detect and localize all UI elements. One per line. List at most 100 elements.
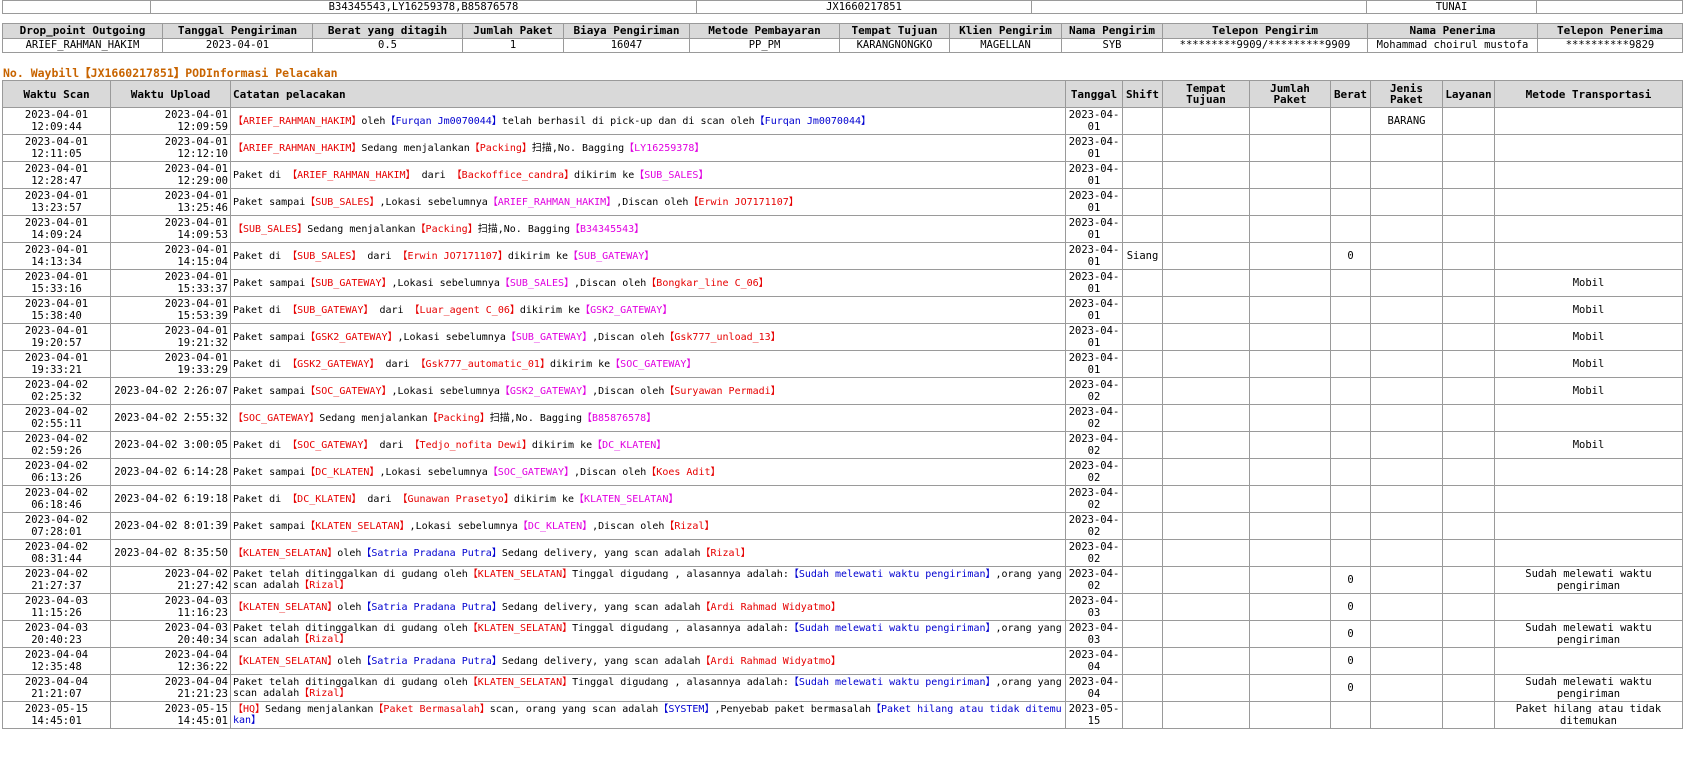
- note-segment: 【Tedjo_nofita Dewi】: [409, 439, 532, 451]
- tracking-note: Paket telah ditinggalkan di gudang oleh【…: [230, 620, 1066, 648]
- table-row: 2023-04-04 21:21:07 2023-04-04 21:21:23 Pa…: [2, 674, 1683, 702]
- service: [1442, 134, 1495, 162]
- package-count: [1249, 161, 1331, 189]
- scan-time: 2023-04-02 21:27:37: [2, 566, 111, 594]
- shift: [1122, 647, 1163, 675]
- package-count: [1249, 674, 1331, 702]
- package-type: [1370, 296, 1443, 324]
- summary-header-cell: Telepon Pengirim: [1162, 23, 1368, 39]
- table-row: 2023-05-15 14:45:01 2023-05-15 14:45:01 【H…: [2, 701, 1683, 729]
- table-row: 2023-04-02 06:18:46 2023-04-02 6:19:18 Pak…: [2, 485, 1683, 513]
- top-row-cell: [1031, 0, 1367, 14]
- summary-value-row: ARIEF_RAHMAN_HAKIM 2023-04-01 0.5 1 16047 PP_…: [2, 38, 1683, 53]
- tracking-date: 2023-04-01: [1065, 350, 1123, 378]
- note-segment: 【Rizal】: [664, 520, 715, 532]
- note-segment: dari: [361, 493, 398, 505]
- note-segment: 【Sudah melewati waktu pengiriman】: [788, 677, 996, 688]
- tracking-header-cell: Tanggal: [1065, 80, 1123, 108]
- note-segment: Paket telah ditinggalkan di gudang oleh: [233, 623, 468, 634]
- weight: [1330, 269, 1371, 297]
- transport-method: [1494, 215, 1683, 243]
- shift: [1122, 107, 1163, 135]
- scan-time: 2023-04-01 19:20:57: [2, 323, 111, 351]
- tracking-header-cell: Berat: [1330, 80, 1371, 108]
- note-segment: ,Discan oleh: [592, 385, 665, 397]
- scan-time: 2023-04-01 19:33:21: [2, 350, 111, 378]
- upload-time: 2023-04-02 8:35:50: [110, 539, 231, 567]
- tracking-note: Paket di 【DC_KLATEN】 dari 【Gunawan Prase…: [230, 485, 1066, 513]
- note-segment: 【SOC_GATEWAY】: [305, 385, 392, 397]
- service: [1442, 620, 1495, 648]
- package-type: [1370, 404, 1443, 432]
- destination: [1162, 458, 1250, 486]
- note-segment: dikirim ke: [574, 169, 635, 181]
- table-row: 2023-04-01 13:23:57 2023-04-01 13:25:46 Pa…: [2, 188, 1683, 216]
- tracking-note: Paket sampai【SUB_GATEWAY】,Lokasi sebelum…: [230, 269, 1066, 297]
- upload-time: 2023-04-02 3:00:05: [110, 431, 231, 459]
- note-segment: Paket sampai: [233, 196, 306, 208]
- tracking-note: Paket di 【SUB_SALES】 dari 【Erwin JO71711…: [230, 242, 1066, 270]
- summary-header-cell: Drop_point Outgoing: [2, 23, 163, 39]
- upload-time: 2023-04-04 21:21:23: [110, 674, 231, 702]
- destination: [1162, 134, 1250, 162]
- package-type: [1370, 593, 1443, 621]
- note-segment: dari: [373, 304, 410, 316]
- destination: [1162, 242, 1250, 270]
- weight: [1330, 188, 1371, 216]
- note-segment: Paket di: [233, 493, 288, 505]
- package-type: [1370, 566, 1443, 594]
- tracking-note: 【SOC_GATEWAY】Sedang menjalankan【Packing】…: [230, 404, 1066, 432]
- top-row-table: B34345543,LY16259378,B85876578 JX1660217…: [2, 0, 1683, 14]
- note-segment: Paket di: [233, 439, 288, 451]
- service: [1442, 350, 1495, 378]
- weight: [1330, 323, 1371, 351]
- note-segment: 【SOC_GATEWAY】: [487, 466, 575, 478]
- top-row-cell: [2, 0, 151, 14]
- shift: Siang: [1122, 242, 1163, 270]
- note-segment: 【SUB_SALES】: [634, 169, 709, 181]
- note-segment: Sedang delivery, yang scan adalah: [501, 547, 701, 559]
- note-segment: 【Erwin JO7171107】: [688, 196, 799, 208]
- payment-type: TUNAI: [1366, 0, 1537, 14]
- service: [1442, 404, 1495, 432]
- service: [1442, 458, 1495, 486]
- note-segment: 【Gsk777_unload_13】: [664, 331, 781, 343]
- package-type: [1370, 431, 1443, 459]
- note-segment: 【Rizal】: [299, 688, 350, 699]
- summary-value-cell: 16047: [563, 38, 690, 53]
- upload-time: 2023-04-01 19:33:29: [110, 350, 231, 378]
- summary-header-cell: Berat yang ditagih: [312, 23, 463, 39]
- package-count: [1249, 296, 1331, 324]
- tracking-note: 【KLATEN_SELATAN】oleh【Satria Pradana Putr…: [230, 593, 1066, 621]
- tracking-header-row: Waktu Scan Waktu Upload Catatan pelacakan T…: [2, 80, 1683, 108]
- note-segment: 【Paket Bermasalah】: [373, 704, 490, 715]
- scan-time: 2023-04-01 12:09:44: [2, 107, 111, 135]
- note-segment: 【SUB_SALES】: [499, 277, 575, 289]
- note-segment: 【Luar_agent C_06】: [409, 304, 520, 316]
- destination: [1162, 161, 1250, 189]
- table-row: 2023-04-02 07:28:01 2023-04-02 8:01:39 Pak…: [2, 512, 1683, 540]
- summary-header-cell: Klien Pengirim: [949, 23, 1062, 39]
- note-segment: Sedang menjalankan: [307, 223, 416, 235]
- transport-method: [1494, 404, 1683, 432]
- summary-value-cell: SYB: [1061, 38, 1163, 53]
- note-segment: 【Satria Pradana Putra】: [361, 655, 502, 667]
- note-segment: Paket di: [233, 250, 288, 262]
- transport-method: [1494, 188, 1683, 216]
- transport-method: Sudah melewati waktu pengiriman: [1494, 674, 1683, 702]
- transport-method: [1494, 539, 1683, 567]
- upload-time: 2023-04-01 15:53:39: [110, 296, 231, 324]
- note-segment: Tinggal digudang , alasannya adalah:: [572, 623, 789, 634]
- upload-time: 2023-04-02 8:01:39: [110, 512, 231, 540]
- transport-method: Sudah melewati waktu pengiriman: [1494, 620, 1683, 648]
- tracking-header-cell: Catatan pelacakan: [230, 80, 1066, 108]
- destination: [1162, 620, 1250, 648]
- shift: [1122, 485, 1163, 513]
- shift: [1122, 215, 1163, 243]
- note-segment: 【HQ】: [233, 704, 266, 715]
- note-segment: 【SOC_GATEWAY】: [610, 358, 697, 370]
- upload-time: 2023-04-01 12:29:00: [110, 161, 231, 189]
- tracking-note: Paket di 【ARIEF_RAHMAN_HAKIM】 dari 【Back…: [230, 161, 1066, 189]
- note-segment: 【GSK2_GATEWAY】: [305, 331, 398, 343]
- weight: [1330, 134, 1371, 162]
